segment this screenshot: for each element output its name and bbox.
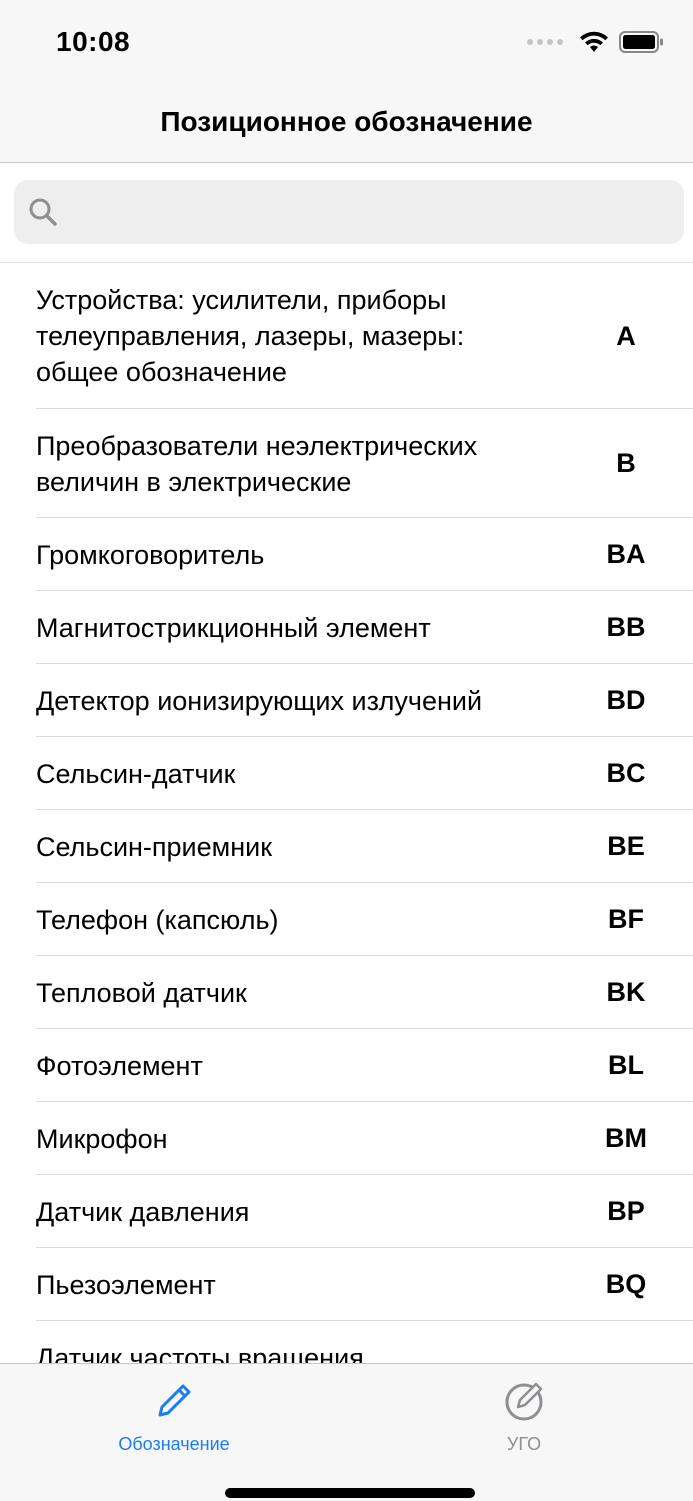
list-item[interactable]: Преобразователи неэлектрических величин … xyxy=(0,409,693,518)
list-item[interactable]: Тепловой датчик BK xyxy=(0,956,693,1029)
tab-ugo[interactable]: УГО xyxy=(424,1364,624,1464)
search-field[interactable] xyxy=(14,180,684,244)
pencil-icon xyxy=(158,1384,191,1417)
item-code: BD xyxy=(606,685,646,715)
item-code: BF xyxy=(608,904,644,934)
item-code: BL xyxy=(608,1050,644,1080)
item-code: A xyxy=(616,320,636,351)
status-bar: 10:08 xyxy=(0,0,693,88)
list-item[interactable]: Пьезоэлемент BQ xyxy=(0,1248,693,1321)
signal-dots-icon xyxy=(527,39,563,45)
item-title: Сельсин-приемник xyxy=(36,831,273,862)
list-item[interactable]: Телефон (капсюль) BF xyxy=(0,883,693,956)
home-indicator xyxy=(225,1488,475,1498)
item-title: Устройства: усилители, приборы телеуправ… xyxy=(36,285,465,387)
item-code: BK xyxy=(606,977,646,1007)
item-title: Датчик частоты вращения xyxy=(36,1342,364,1364)
status-icons xyxy=(527,30,665,54)
item-title: Фотоэлемент xyxy=(36,1050,203,1081)
list-item[interactable]: Фотоэлемент BL xyxy=(0,1029,693,1102)
item-code: B xyxy=(616,448,636,478)
item-code: BE xyxy=(607,831,645,861)
item-code: BP xyxy=(607,1196,645,1226)
item-title: Пьезоэлемент xyxy=(36,1269,216,1300)
list-item[interactable]: Датчик частоты вращения xyxy=(0,1321,693,1364)
item-code: BM xyxy=(605,1123,647,1153)
item-title: Датчик давления xyxy=(36,1196,250,1227)
page-title: Позиционное обозначение xyxy=(160,106,533,137)
list-item[interactable]: Магнитострикционный элемент BB xyxy=(0,591,693,664)
navigation-bar: Позиционное обозначение xyxy=(0,88,693,163)
item-title: Магнитострикционный элемент xyxy=(36,612,431,643)
item-title: Тепловой датчик xyxy=(36,977,247,1008)
wifi-icon xyxy=(580,31,608,52)
item-code: BQ xyxy=(605,1269,647,1299)
list-item[interactable]: Микрофон BM xyxy=(0,1102,693,1175)
search-icon xyxy=(29,198,57,226)
list-item[interactable]: Детектор ионизирующих излучений BD xyxy=(0,664,693,737)
item-title: Микрофон xyxy=(36,1123,168,1154)
status-time: 10:08 xyxy=(56,26,131,57)
item-code: BB xyxy=(606,612,646,642)
search-input[interactable] xyxy=(60,181,684,243)
tab-label: Обозначение xyxy=(118,1434,230,1454)
tab-bar: Обозначение УГО xyxy=(0,1363,693,1501)
item-title: Преобразователи неэлектрических величин … xyxy=(36,430,478,497)
list-item[interactable]: Сельсин-приемник BE xyxy=(0,810,693,883)
list-item[interactable]: Громкоговоритель BA xyxy=(0,518,693,591)
search-bar xyxy=(0,163,693,263)
pencil-circle-icon xyxy=(505,1382,543,1421)
item-title: Сельсин-датчик xyxy=(36,758,236,789)
list-item[interactable]: Датчик давления BP xyxy=(0,1175,693,1248)
battery-icon xyxy=(619,31,663,53)
item-title: Детектор ионизирующих излучений xyxy=(36,685,483,716)
item-title: Громкоговоритель xyxy=(36,539,265,570)
tab-label: УГО xyxy=(506,1434,542,1454)
item-code: BC xyxy=(606,758,646,788)
designation-list[interactable]: Устройства: усилители, приборы телеуправ… xyxy=(0,263,693,1363)
tab-designation[interactable]: Обозначение xyxy=(74,1364,274,1464)
list-item[interactable]: Сельсин-датчик BC xyxy=(0,737,693,810)
item-code: BA xyxy=(606,539,646,569)
list-item[interactable]: Устройства: усилители, приборы телеуправ… xyxy=(0,263,693,409)
item-title: Телефон (капсюль) xyxy=(36,904,279,935)
